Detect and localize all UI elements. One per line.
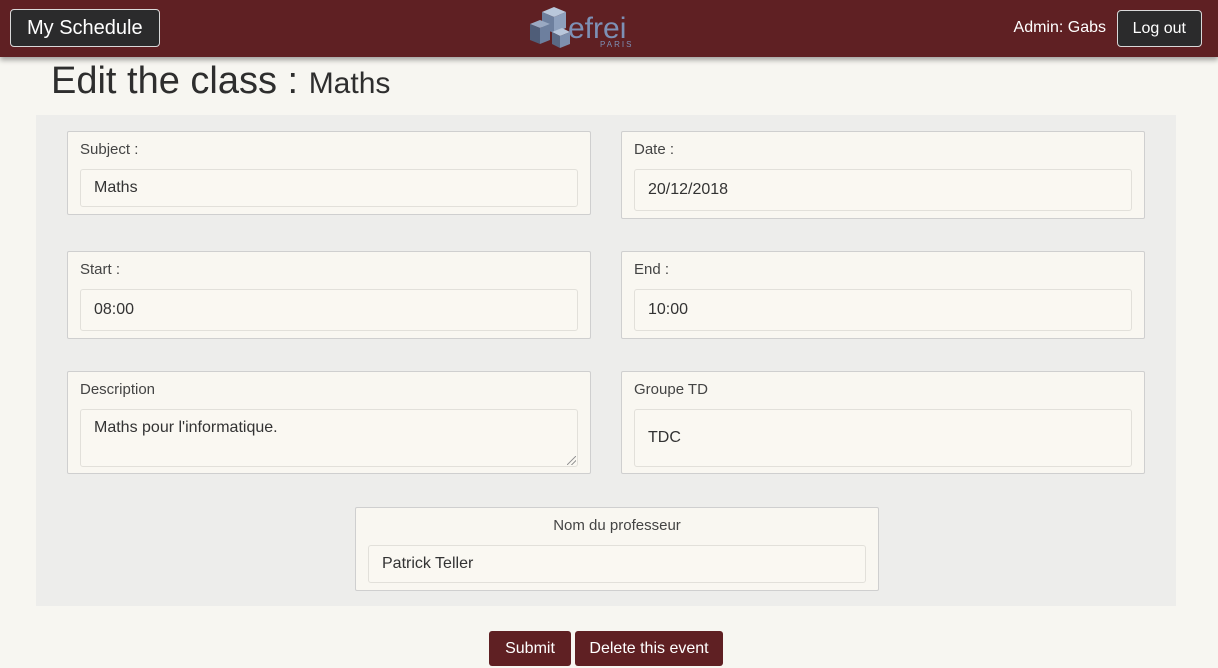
professor-field-group: Nom du professeur Patrick Teller: [355, 507, 879, 591]
description-label: Description: [80, 381, 156, 398]
page-title-subject: Maths: [308, 67, 391, 100]
cube-icon: [530, 7, 570, 48]
end-label: End :: [634, 261, 670, 278]
start-field-group: Start : 08:00: [67, 251, 591, 339]
logo-subtext: PARIS: [600, 40, 633, 49]
logout-button[interactable]: Log out: [1116, 10, 1202, 47]
top-navbar: My Schedule efrei PARIS Admin: Gabs Log …: [0, 0, 1218, 57]
efrei-logo[interactable]: efrei PARIS: [528, 6, 654, 50]
description-textarea[interactable]: Maths pour l'informatique.: [80, 409, 578, 467]
page-title-text: Edit the class :: [51, 60, 299, 102]
delete-event-button[interactable]: Delete this event: [575, 631, 723, 666]
professor-input[interactable]: Patrick Teller: [368, 545, 866, 583]
description-field-group: Description Maths pour l'informatique.: [67, 371, 591, 474]
date-field-group: Date : 20/12/2018: [621, 131, 1145, 219]
admin-user-label: Admin: Gabs: [1013, 19, 1106, 36]
groupe-td-field-group: Groupe TD TDC: [621, 371, 1145, 474]
start-time-input[interactable]: 08:00: [80, 289, 578, 331]
subject-field-group: Subject : Maths: [67, 131, 591, 215]
start-label: Start :: [80, 261, 121, 278]
end-time-input[interactable]: 10:00: [634, 289, 1132, 331]
subject-input[interactable]: Maths: [80, 169, 578, 207]
date-label: Date :: [634, 141, 675, 158]
subject-label: Subject :: [80, 141, 139, 158]
groupe-td-input[interactable]: TDC: [634, 409, 1132, 467]
groupe-td-label: Groupe TD: [634, 381, 708, 398]
submit-button[interactable]: Submit: [489, 631, 571, 666]
professor-label: Nom du professeur: [553, 517, 681, 534]
date-input[interactable]: 20/12/2018: [634, 169, 1132, 211]
end-field-group: End : 10:00: [621, 251, 1145, 339]
description-text: Maths pour l'informatique.: [94, 419, 278, 436]
page-title: Edit the class : Maths: [51, 60, 390, 103]
resize-grip-icon[interactable]: [567, 456, 576, 465]
my-schedule-button[interactable]: My Schedule: [10, 9, 160, 47]
